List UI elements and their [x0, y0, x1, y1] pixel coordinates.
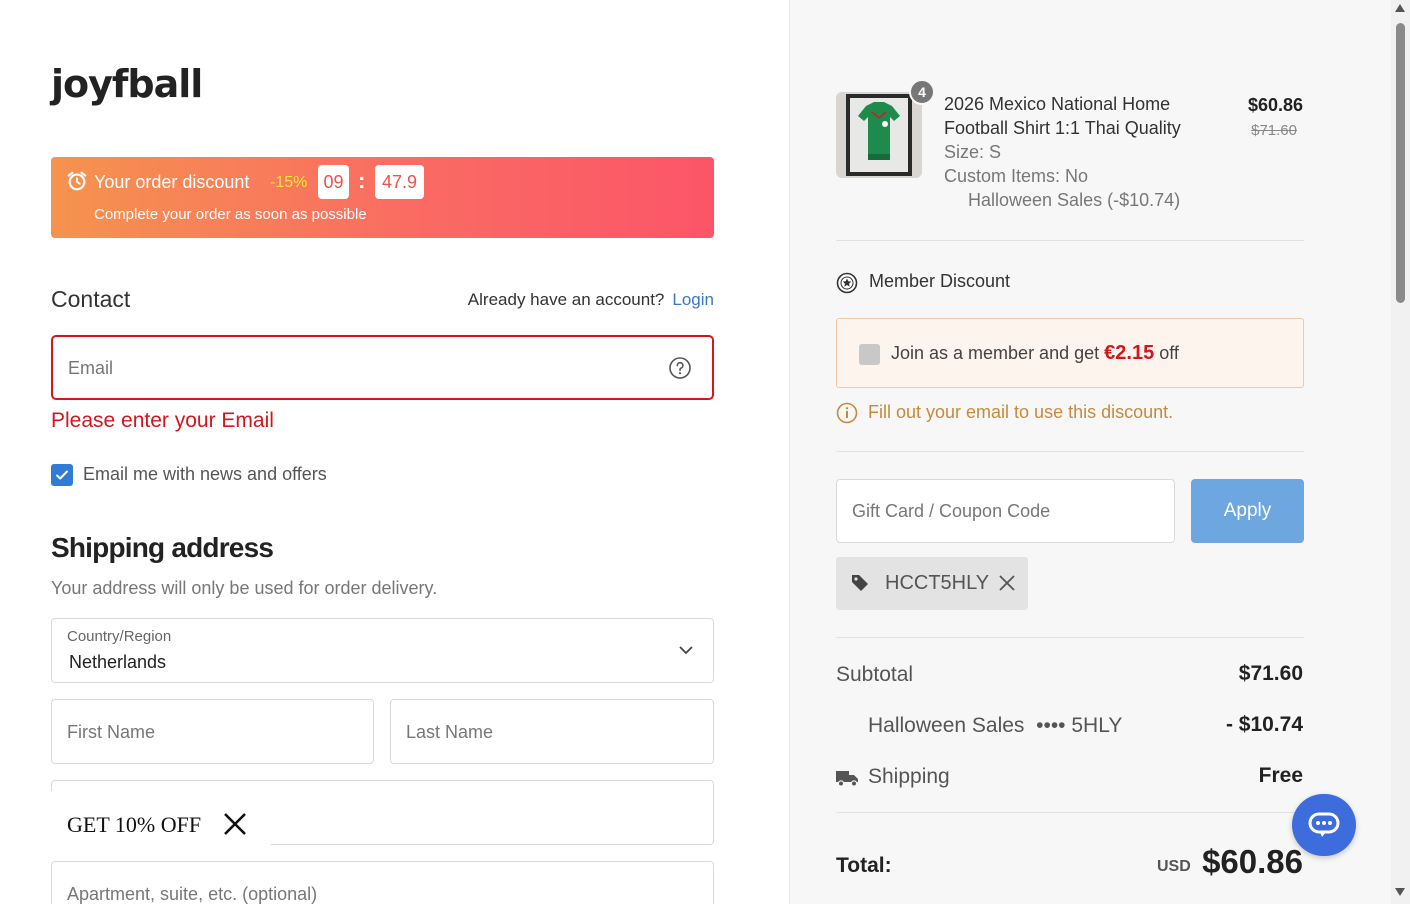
- apply-button[interactable]: Apply: [1191, 479, 1304, 543]
- total-label: Total:: [836, 854, 892, 877]
- order-summary-panel: 4 2026 Mexico National Home Football Shi…: [789, 0, 1391, 904]
- discount-label: Halloween Sales: [868, 714, 1025, 737]
- timer-seconds: 47.9: [375, 165, 424, 199]
- tag-icon: [852, 575, 868, 591]
- discount-code: •••• 5HLY: [1036, 714, 1123, 737]
- discount-row-label: Halloween Sales •••• 5HLY: [868, 714, 1122, 738]
- scrollbar[interactable]: [1391, 0, 1410, 904]
- applied-coupon-tag: HCCT5HLY: [836, 557, 1028, 610]
- shipping-label: Shipping: [868, 765, 950, 788]
- last-name-field[interactable]: Last Name: [390, 699, 714, 764]
- last-name-placeholder: Last Name: [406, 722, 494, 742]
- product-original-price: $71.60: [1251, 122, 1297, 139]
- newsletter-label: Email me with news and offers: [83, 464, 327, 484]
- remove-coupon-icon[interactable]: [998, 574, 1016, 592]
- email-placeholder: Email: [68, 358, 114, 378]
- member-offer-checkbox[interactable]: [859, 344, 880, 365]
- popup-label[interactable]: GET 10% OFF: [67, 812, 201, 838]
- member-offer-text: Join as a member and get €2.15 off: [891, 342, 1179, 365]
- subtotal-value: $71.60: [1238, 662, 1303, 685]
- first-name-field[interactable]: First Name: [51, 699, 374, 764]
- member-discount-title: Member Discount: [869, 271, 1011, 291]
- discount-timer-banner: Your order discount -15% 09 : 47.9 Compl…: [51, 157, 714, 238]
- quantity-badge: 4: [909, 79, 935, 105]
- chevron-down-icon: [679, 646, 693, 655]
- login-link[interactable]: Login: [672, 290, 714, 309]
- shipping-subtitle: Your address will only be used for order…: [51, 578, 438, 598]
- subtotal-label: Subtotal: [836, 663, 914, 686]
- apartment-field[interactable]: Apartment, suite, etc. (optional): [51, 861, 714, 904]
- discount-subtitle: Complete your order as soon as possible: [94, 206, 367, 223]
- shipping-value: Free: [1258, 764, 1303, 787]
- country-select[interactable]: Country/Region Netherlands: [51, 618, 714, 683]
- discount-popup[interactable]: GET 10% OFF: [51, 791, 271, 855]
- coupon-placeholder: Gift Card / Coupon Code: [852, 501, 1051, 521]
- scroll-up-arrow-icon[interactable]: [1395, 4, 1405, 12]
- product-sale: Halloween Sales (-$10.74): [968, 190, 1181, 210]
- close-icon[interactable]: [223, 812, 247, 836]
- alarm-clock-icon: [67, 171, 87, 191]
- first-name-placeholder: First Name: [67, 722, 156, 742]
- divider: [836, 451, 1304, 452]
- checkout-form-panel: joyfball Your order discount -15% 09 : 4…: [0, 0, 789, 904]
- email-field[interactable]: Email: [51, 335, 714, 400]
- checkmark-icon: [56, 470, 68, 480]
- account-prompt-text: Already have an account?: [467, 290, 665, 309]
- product-image: [836, 92, 922, 178]
- chat-icon: [1308, 812, 1340, 837]
- member-offer-prefix: Join as a member and get: [891, 343, 1100, 363]
- currency-label: USD: [1157, 858, 1191, 875]
- apartment-placeholder: Apartment, suite, etc. (optional): [67, 884, 318, 904]
- member-badge-icon: [836, 272, 858, 294]
- store-logo[interactable]: joyfball: [51, 62, 203, 106]
- timer-colon: :: [358, 168, 366, 193]
- shipping-heading: Shipping address: [51, 532, 274, 563]
- divider: [836, 240, 1304, 241]
- applied-coupon-code: HCCT5HLY: [885, 572, 990, 594]
- help-icon[interactable]: [668, 356, 692, 380]
- total-value: $60.86: [1202, 843, 1303, 880]
- member-discount-notice: Fill out your email to use this discount…: [868, 402, 1174, 422]
- discount-title: Your order discount: [94, 172, 250, 192]
- product-custom-items: Custom Items: No: [944, 166, 1089, 186]
- truck-icon: [836, 771, 858, 787]
- scroll-down-arrow-icon[interactable]: [1395, 888, 1405, 896]
- info-icon: [836, 402, 858, 424]
- divider: [836, 812, 1304, 813]
- newsletter-checkbox[interactable]: [51, 464, 73, 486]
- country-value: Netherlands: [69, 652, 167, 672]
- email-error-message: Please enter your Email: [51, 409, 274, 432]
- discount-value: - $10.74: [1225, 713, 1303, 736]
- country-label: Country/Region: [67, 628, 172, 645]
- coupon-input[interactable]: Gift Card / Coupon Code: [836, 479, 1175, 543]
- timer-minutes: 09: [318, 165, 349, 199]
- member-offer-box[interactable]: Join as a member and get €2.15 off: [836, 318, 1304, 388]
- member-offer-suffix: off: [1159, 343, 1179, 363]
- account-prompt: Already have an account? Login: [468, 290, 714, 310]
- chat-button[interactable]: [1292, 794, 1356, 856]
- product-name: 2026 Mexico National Home Football Shirt…: [944, 94, 1181, 138]
- discount-percent: -15%: [270, 174, 308, 191]
- member-offer-amount: €2.15: [1104, 342, 1155, 364]
- product-size: Size: S: [944, 142, 1002, 162]
- divider: [836, 637, 1304, 638]
- scrollbar-thumb[interactable]: [1396, 23, 1405, 303]
- contact-heading: Contact: [51, 286, 131, 312]
- product-price: $60.86: [1247, 95, 1303, 115]
